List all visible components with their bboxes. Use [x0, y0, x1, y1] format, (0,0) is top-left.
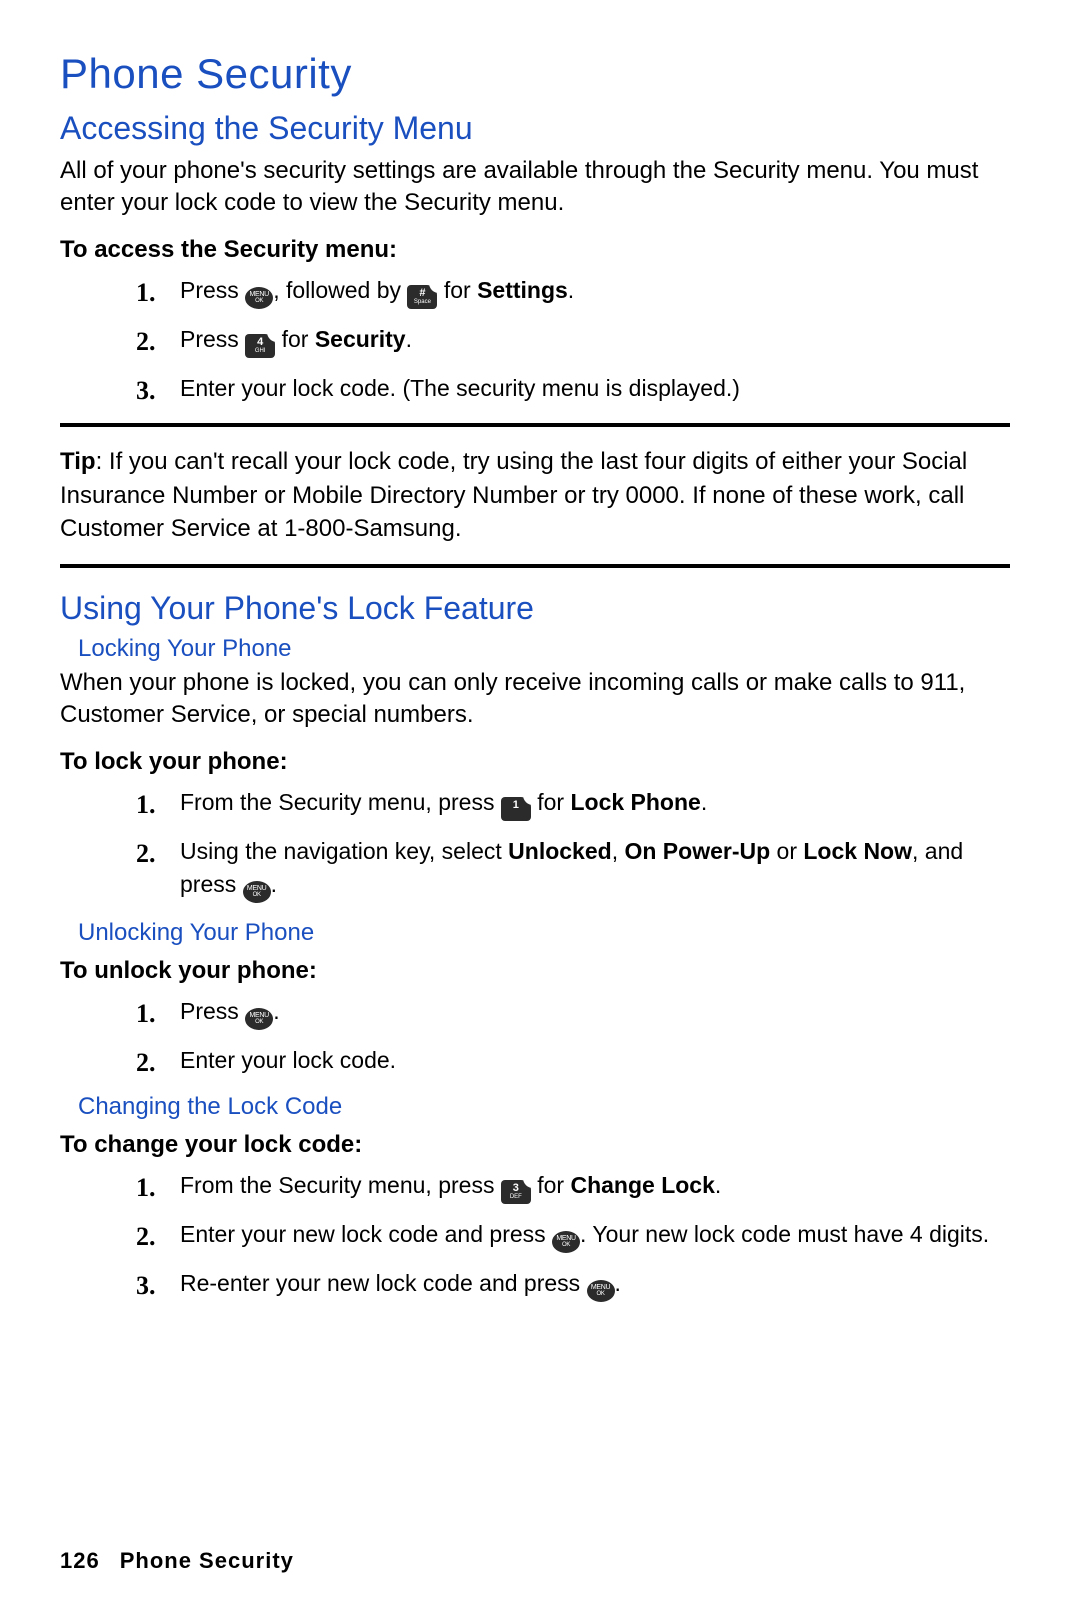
tip-block: Tip: If you can't recall your lock code,…	[60, 445, 1010, 546]
subheading-locking: Locking Your Phone	[78, 635, 1010, 663]
text: Enter your lock code.	[180, 1047, 396, 1073]
page-number: 126	[60, 1548, 100, 1573]
footer-title: Phone Security	[120, 1548, 294, 1573]
bold-text: Unlocked	[508, 838, 612, 864]
text: Press	[180, 998, 245, 1024]
text: Re-enter your new lock code and press	[180, 1270, 587, 1296]
subheading-changing: Changing the Lock Code	[78, 1093, 1010, 1121]
lead-change: To change your lock code:	[60, 1131, 1010, 1159]
text: for	[531, 1172, 571, 1198]
section-heading-lock: Using Your Phone's Lock Feature	[60, 590, 1010, 627]
steps-access: Press MENUOK, followed by #Space for Set…	[60, 274, 1010, 405]
text: .	[615, 1270, 621, 1296]
text: Enter your new lock code and press	[180, 1221, 552, 1247]
list-item: Re-enter your new lock code and press ME…	[180, 1267, 1010, 1302]
divider	[60, 423, 1010, 427]
list-item: Press 4GHI for Security.	[180, 323, 1010, 358]
text: . Your new lock code must have 4 digits.	[580, 1221, 989, 1247]
steps-lock: From the Security menu, press 1 for Lock…	[60, 786, 1010, 903]
list-item: Using the navigation key, select Unlocke…	[180, 835, 1010, 903]
hash-key-icon: #Space	[407, 285, 437, 309]
text: .	[271, 871, 277, 897]
text: From the Security menu, press	[180, 1172, 501, 1198]
menu-ok-key-icon: MENUOK	[552, 1231, 580, 1253]
list-item: Enter your lock code. (The security menu…	[180, 372, 1010, 405]
three-key-icon: 3DEF	[501, 1180, 531, 1204]
menu-ok-key-icon: MENUOK	[245, 287, 273, 309]
text: .	[273, 998, 279, 1024]
text: for	[437, 277, 477, 303]
text: Using the navigation key, select	[180, 838, 508, 864]
text: ,	[612, 838, 625, 864]
section-intro: All of your phone's security settings ar…	[60, 155, 1010, 220]
text: for	[275, 326, 315, 352]
steps-change: From the Security menu, press 3DEF for C…	[60, 1169, 1010, 1302]
page-content: Phone Security Accessing the Security Me…	[0, 0, 1080, 1358]
lead-unlock: To unlock your phone:	[60, 957, 1010, 985]
list-item: From the Security menu, press 1 for Lock…	[180, 786, 1010, 821]
subheading-unlocking: Unlocking Your Phone	[78, 919, 1010, 947]
list-item: Enter your lock code.	[180, 1044, 1010, 1077]
text: Press	[180, 277, 245, 303]
text: , followed by	[273, 277, 407, 303]
menu-ok-key-icon: MENUOK	[245, 1008, 273, 1030]
menu-ok-key-icon: MENUOK	[243, 881, 271, 903]
list-item: From the Security menu, press 3DEF for C…	[180, 1169, 1010, 1204]
sub-body: When your phone is locked, you can only …	[60, 667, 1010, 732]
bold-text: Lock Now	[803, 838, 912, 864]
text: Press	[180, 326, 245, 352]
list-item: Press MENUOK, followed by #Space for Set…	[180, 274, 1010, 309]
text: for	[531, 789, 571, 815]
divider	[60, 564, 1010, 568]
menu-ok-key-icon: MENUOK	[587, 1280, 615, 1302]
lead-lock: To lock your phone:	[60, 748, 1010, 776]
page-footer: 126 Phone Security	[60, 1548, 294, 1574]
bold-text: Security	[315, 326, 406, 352]
text: or	[770, 838, 803, 864]
section-heading-access: Accessing the Security Menu	[60, 110, 1010, 147]
text: From the Security menu, press	[180, 789, 501, 815]
lead-access: To access the Security menu:	[60, 236, 1010, 264]
bold-text: Change Lock	[570, 1172, 714, 1198]
text: Enter your lock code. (The security menu…	[180, 375, 740, 401]
four-key-icon: 4GHI	[245, 334, 275, 358]
list-item: Press MENUOK.	[180, 995, 1010, 1030]
steps-unlock: Press MENUOK. Enter your lock code.	[60, 995, 1010, 1077]
tip-body: : If you can't recall your lock code, tr…	[60, 448, 967, 542]
tip-label: Tip	[60, 448, 96, 475]
one-key-icon: 1	[501, 797, 531, 821]
bold-text: Settings	[477, 277, 568, 303]
bold-text: Lock Phone	[570, 789, 700, 815]
bold-text: On Power-Up	[624, 838, 770, 864]
page-title: Phone Security	[60, 50, 1010, 98]
list-item: Enter your new lock code and press MENUO…	[180, 1218, 1010, 1253]
